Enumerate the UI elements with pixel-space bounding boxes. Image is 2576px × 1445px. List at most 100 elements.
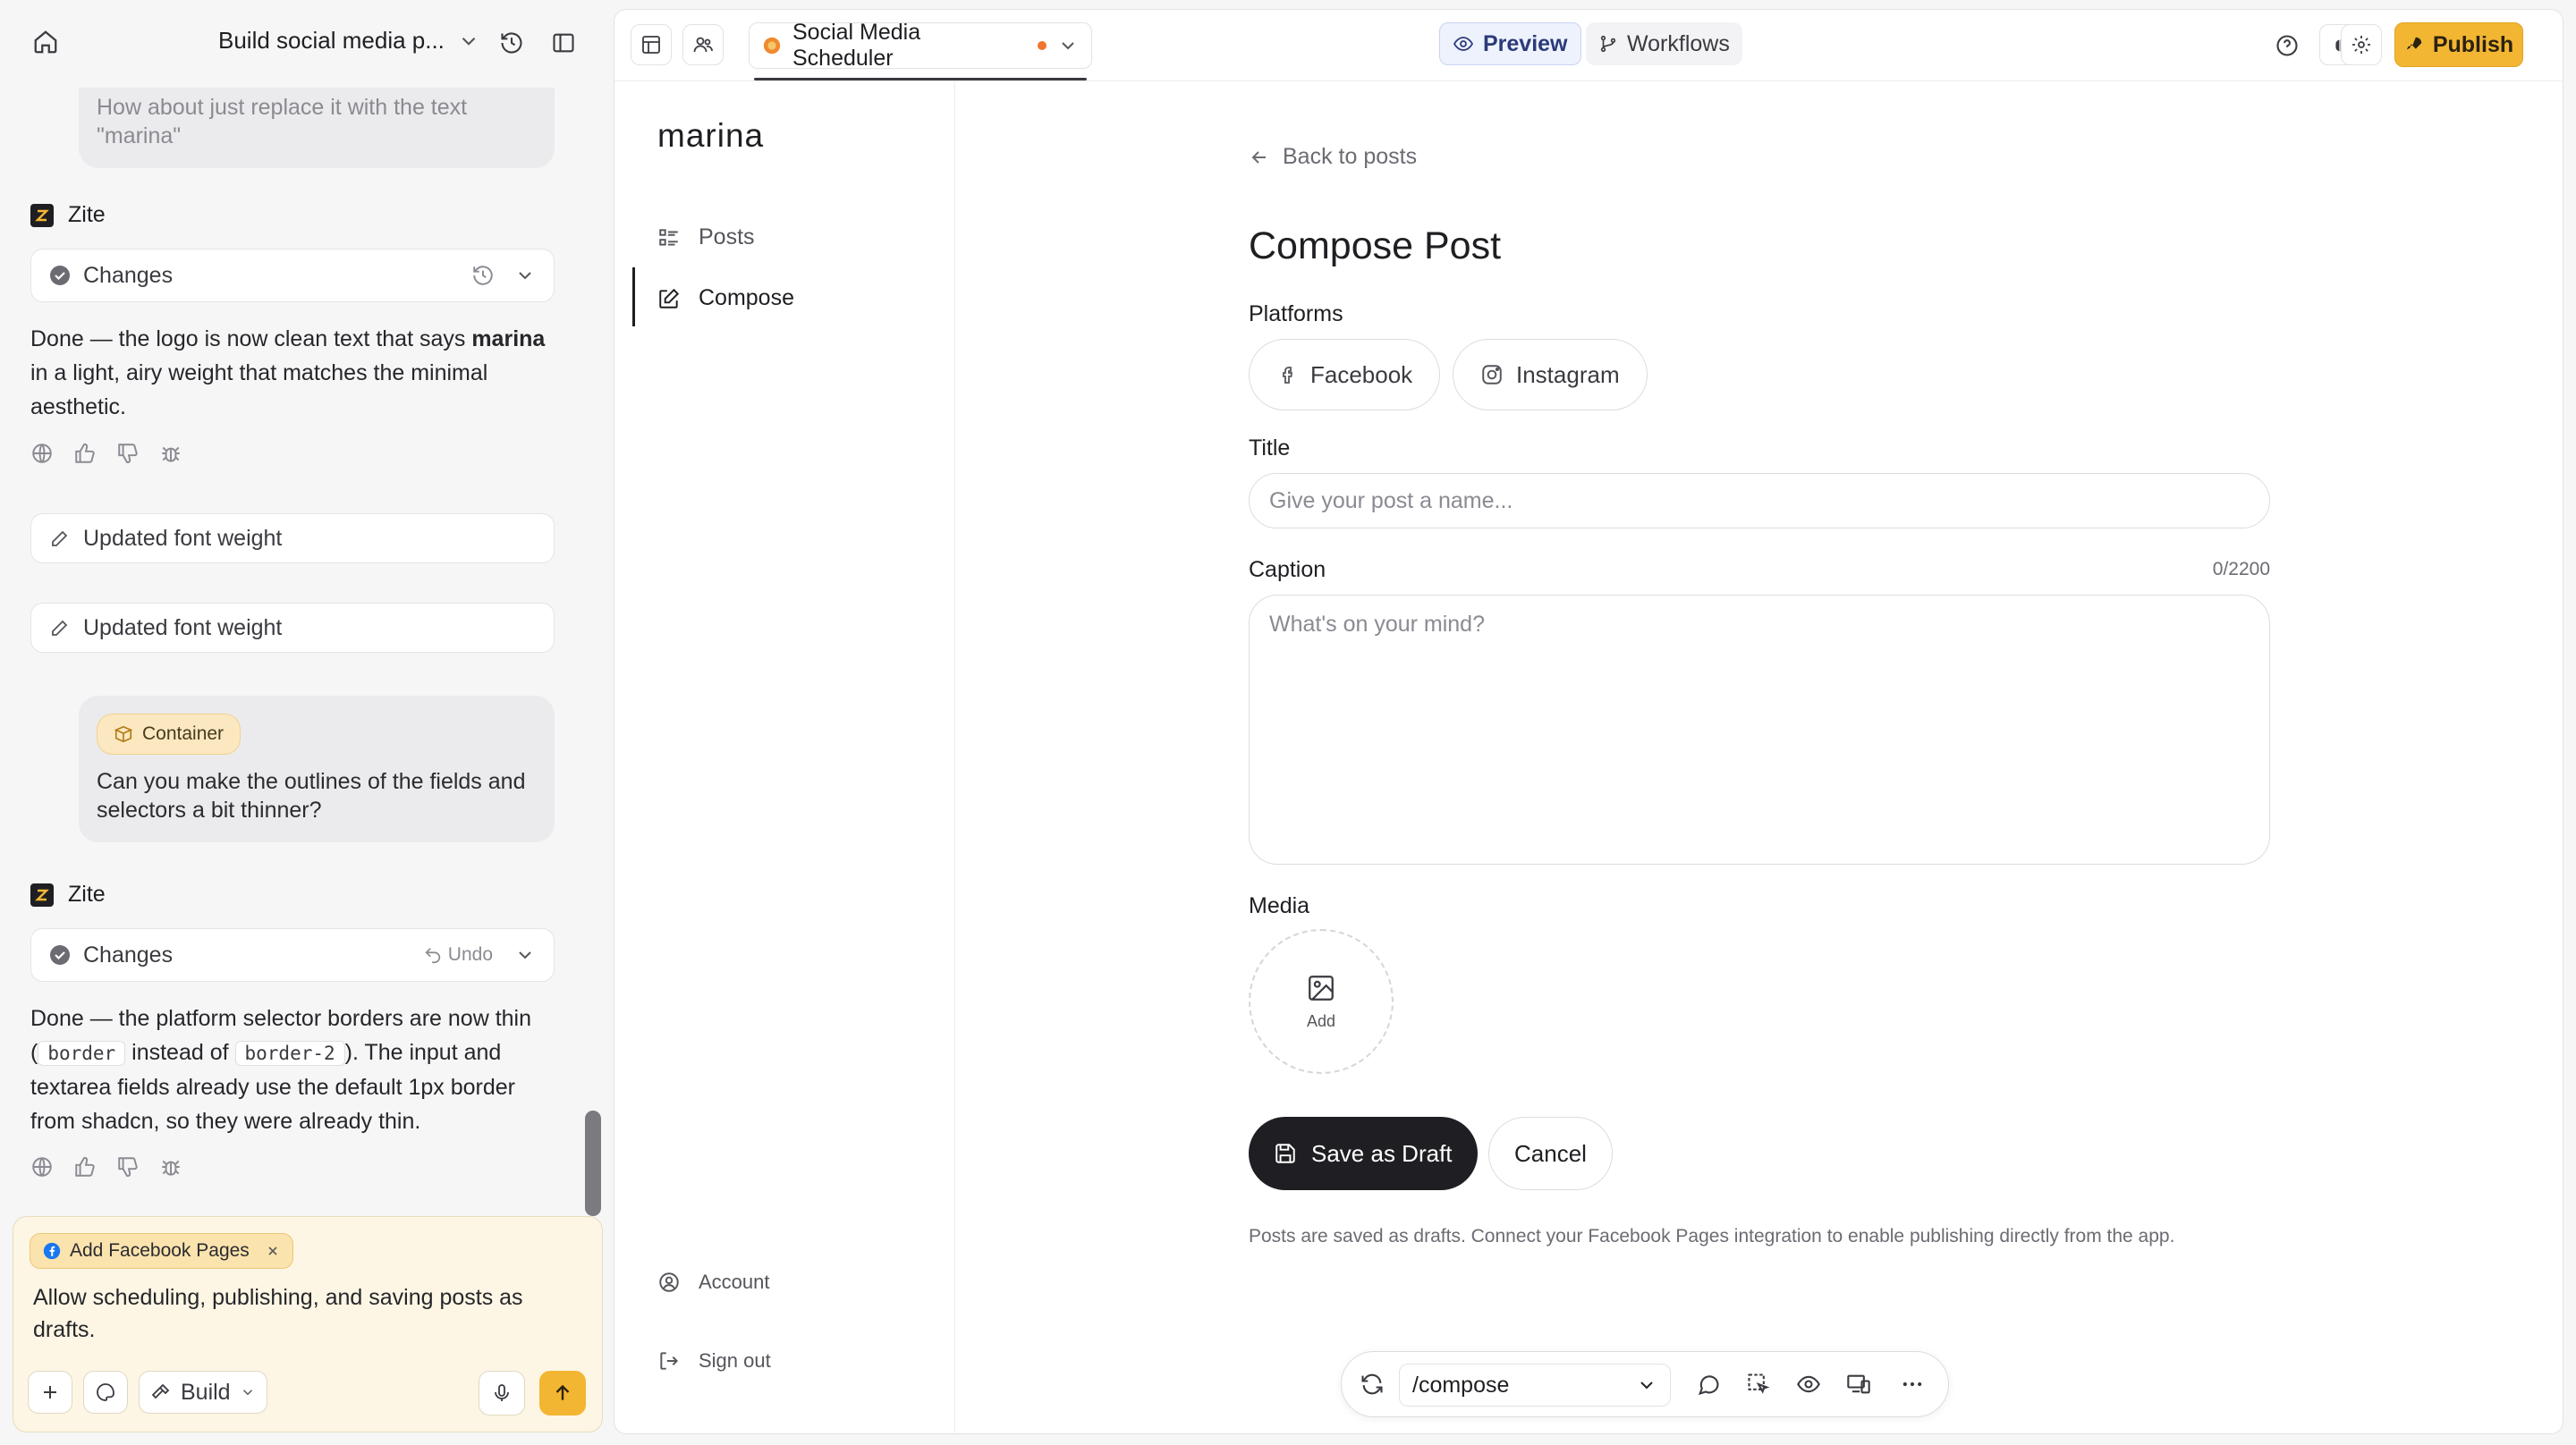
bug-icon[interactable] bbox=[159, 442, 182, 465]
box-icon bbox=[114, 724, 133, 744]
brand-logo[interactable]: marina bbox=[657, 117, 764, 155]
compose-icon bbox=[659, 288, 680, 308]
message-text: Done — the logo is now clean text that s… bbox=[30, 326, 472, 351]
platforms-label: Platforms bbox=[1249, 301, 1343, 326]
arrow-left-icon bbox=[1251, 150, 1266, 164]
app-name: Social Media Scheduler bbox=[792, 20, 921, 71]
more-icon[interactable] bbox=[1900, 1372, 1925, 1397]
context-chip-label: Add Facebook Pages bbox=[70, 1240, 250, 1261]
chat-messages[interactable]: How about just replace it with the text … bbox=[0, 88, 601, 1216]
microphone-button[interactable] bbox=[479, 1371, 525, 1415]
thumbs-down-icon[interactable] bbox=[116, 1155, 140, 1179]
nav-item-sign-out[interactable]: Sign out bbox=[657, 1349, 771, 1373]
thumbs-up-icon[interactable] bbox=[73, 1155, 97, 1179]
update-card[interactable]: Updated font weight bbox=[30, 603, 555, 653]
nav-item-compose[interactable]: Compose bbox=[657, 285, 794, 311]
chat-scrollbar[interactable] bbox=[585, 1111, 601, 1216]
zite-logo-icon bbox=[30, 203, 54, 227]
gear-icon bbox=[2352, 36, 2370, 54]
layout-button[interactable] bbox=[631, 24, 672, 65]
app-selector-underline bbox=[754, 78, 1087, 80]
inline-code: border bbox=[38, 1041, 126, 1066]
nav-item-label: Sign out bbox=[699, 1349, 771, 1372]
container-tag[interactable]: Container bbox=[97, 714, 242, 755]
edit-icon bbox=[49, 528, 71, 549]
thumbs-down-icon[interactable] bbox=[116, 442, 140, 465]
title-label: Title bbox=[1249, 435, 1291, 461]
chevron-down-icon bbox=[1640, 1382, 1653, 1390]
zite-logo-icon bbox=[30, 883, 54, 907]
update-label: Updated font weight bbox=[83, 614, 283, 640]
route-selector[interactable]: /compose bbox=[1399, 1364, 1671, 1407]
check-circle-icon bbox=[49, 265, 71, 286]
chevron-down-icon bbox=[1057, 35, 1079, 56]
nav-item-posts[interactable]: Posts bbox=[657, 224, 755, 250]
comment-icon[interactable] bbox=[1696, 1372, 1721, 1397]
back-to-posts-link[interactable]: Back to posts bbox=[1249, 144, 1417, 170]
composer-input[interactable]: Allow scheduling, publishing, and saving… bbox=[33, 1281, 570, 1346]
home-icon[interactable] bbox=[32, 29, 59, 55]
users-button[interactable] bbox=[682, 24, 724, 65]
undo-button[interactable]: Undo bbox=[423, 944, 493, 966]
history-icon[interactable] bbox=[499, 30, 524, 55]
app-logo-icon bbox=[762, 36, 782, 55]
changes-card[interactable]: Changes bbox=[30, 249, 555, 302]
send-button[interactable] bbox=[539, 1371, 586, 1415]
user-circle-icon bbox=[659, 1272, 679, 1292]
list-icon bbox=[659, 228, 678, 246]
workflows-button[interactable]: Workflows bbox=[1586, 22, 1742, 65]
cancel-button[interactable]: Cancel bbox=[1488, 1117, 1613, 1190]
user-message-text: Can you make the outlines of the fields … bbox=[97, 769, 526, 823]
context-chip[interactable]: Add Facebook Pages bbox=[30, 1233, 293, 1269]
assistant-name: Zite bbox=[68, 882, 106, 907]
instagram-icon bbox=[1482, 365, 1502, 384]
facebook-icon bbox=[43, 1242, 61, 1260]
inline-code: border-2 bbox=[234, 1041, 345, 1066]
mode-dropdown[interactable]: Build bbox=[139, 1371, 267, 1414]
refresh-icon[interactable] bbox=[1360, 1372, 1385, 1397]
globe-icon[interactable] bbox=[30, 442, 54, 465]
project-title-dropdown[interactable]: Build social media p... bbox=[218, 27, 480, 55]
chevron-down-icon[interactable] bbox=[514, 944, 536, 966]
changes-label: Changes bbox=[83, 262, 174, 288]
chevron-down-icon[interactable] bbox=[514, 265, 536, 286]
message-reactions bbox=[30, 442, 182, 465]
nav-item-account[interactable]: Account bbox=[657, 1271, 770, 1294]
user-message: Container Can you make the outlines of t… bbox=[79, 696, 555, 842]
changes-card[interactable]: Changes Undo bbox=[30, 928, 555, 982]
frame-toolbar: Social Media Scheduler Preview Workflows… bbox=[614, 10, 2563, 81]
mode-label: Build bbox=[181, 1379, 231, 1405]
message-reactions bbox=[30, 1155, 182, 1179]
cancel-label: Cancel bbox=[1514, 1139, 1587, 1167]
changes-label: Changes bbox=[83, 942, 174, 968]
style-button[interactable] bbox=[83, 1371, 128, 1414]
bug-icon[interactable] bbox=[159, 1155, 182, 1179]
drafts-footnote: Posts are saved as drafts. Connect your … bbox=[1249, 1226, 2175, 1246]
help-icon[interactable] bbox=[2275, 33, 2300, 58]
close-icon[interactable] bbox=[266, 1244, 280, 1258]
globe-icon[interactable] bbox=[30, 1155, 54, 1179]
devices-icon[interactable] bbox=[1846, 1372, 1871, 1397]
eye-icon[interactable] bbox=[1796, 1372, 1821, 1397]
assistant-label: Zite bbox=[30, 882, 106, 908]
update-card[interactable]: Updated font weight bbox=[30, 513, 555, 563]
title-input[interactable] bbox=[1249, 473, 2270, 528]
save-draft-button[interactable]: Save as Draft bbox=[1249, 1117, 1478, 1190]
settings-gear-button[interactable] bbox=[2341, 24, 2382, 65]
undo-icon bbox=[425, 948, 440, 964]
preview-button[interactable]: Preview bbox=[1439, 22, 1581, 65]
chevron-down-icon bbox=[242, 1390, 252, 1396]
chat-panel: Build social media p... How about just r… bbox=[0, 0, 603, 1445]
thumbs-up-icon[interactable] bbox=[73, 442, 97, 465]
platform-facebook-toggle[interactable]: Facebook bbox=[1249, 339, 1441, 410]
platform-instagram-toggle[interactable]: Instagram bbox=[1453, 339, 1648, 410]
update-label: Updated font weight bbox=[83, 525, 283, 551]
select-element-icon[interactable] bbox=[1746, 1372, 1771, 1397]
attach-button[interactable] bbox=[28, 1371, 72, 1414]
caption-textarea[interactable] bbox=[1249, 595, 2270, 865]
history-icon[interactable] bbox=[471, 264, 495, 287]
publish-button[interactable]: Publish bbox=[2394, 22, 2523, 67]
add-media-button[interactable]: Add bbox=[1249, 929, 1394, 1074]
app-selector[interactable]: Social Media Scheduler bbox=[749, 20, 1092, 71]
sidebar-toggle-icon[interactable] bbox=[551, 30, 576, 55]
